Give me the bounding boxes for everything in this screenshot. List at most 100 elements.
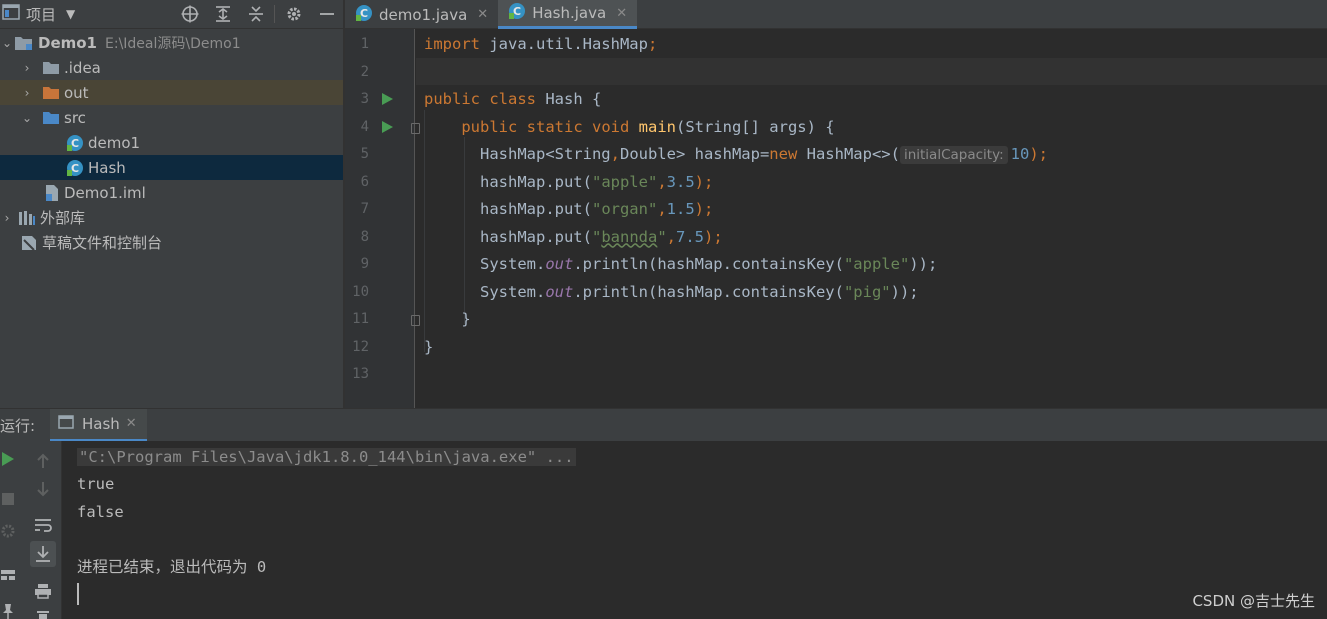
code-line[interactable]: System.out.println(hashMap.containsKey("… [424, 251, 937, 278]
code-token: .println(hashMap.containsKey( [573, 282, 844, 301]
line-number: 13 [352, 366, 369, 382]
close-icon[interactable]: ✕ [126, 416, 137, 431]
run-header: 运行: Hash ✕ [0, 408, 1327, 442]
scroll-to-end-icon[interactable] [30, 541, 56, 567]
line-number: 8 [360, 228, 369, 245]
tab-label: Hash.java [532, 4, 607, 22]
iml-file-icon [44, 184, 60, 202]
run-gutter-icon[interactable] [382, 120, 393, 133]
tab-demo1-java[interactable]: C demo1.java ✕ [345, 0, 498, 29]
code-line[interactable]: public class Hash { [424, 86, 601, 113]
minimize-icon[interactable] [310, 0, 343, 29]
run-tab-hash[interactable]: Hash ✕ [50, 408, 147, 442]
code-token: } [424, 310, 471, 328]
tree-item-idea[interactable]: › .idea [0, 55, 343, 80]
code-token: class [489, 90, 546, 108]
tree-item-external-libraries[interactable]: › 外部库 [0, 205, 343, 230]
console-output[interactable]: "C:\Program Files\Java\jdk1.8.0_144\bin\… [62, 441, 1327, 619]
pin-icon[interactable] [0, 599, 20, 619]
chevron-down-icon[interactable]: ⌄ [0, 36, 14, 50]
gear-icon[interactable] [277, 0, 310, 29]
trash-icon[interactable] [31, 605, 55, 619]
console-command: "C:\Program Files\Java\jdk1.8.0_144\bin\… [77, 448, 576, 466]
chevron-right-icon[interactable]: › [0, 211, 14, 225]
code-line[interactable]: hashMap.put("organ",1.5); [424, 196, 713, 223]
expand-all-icon[interactable] [206, 0, 239, 29]
code-token: .println(hashMap.containsKey( [573, 255, 844, 273]
code-token: ); [694, 172, 714, 191]
tree-item-demo1-iml[interactable]: Demo1.iml [0, 180, 343, 205]
editor-gutter: 1 2 3 4 5 6 7 8 9 10 11 12 13 [345, 29, 415, 408]
code-token: java.util.HashMap [489, 35, 648, 53]
chevron-right-icon[interactable]: › [20, 86, 34, 100]
orange-folder-icon [42, 86, 60, 100]
tree-item-scratches[interactable]: 草稿文件和控制台 [0, 230, 343, 255]
fold-icon[interactable] [411, 315, 420, 326]
tab-label: demo1.java [379, 5, 468, 24]
code-line[interactable]: public static void main(String[] args) { [424, 114, 835, 141]
line-number: 5 [360, 146, 369, 162]
project-view-selector[interactable]: 项目 ▼ [0, 4, 75, 25]
chevron-right-icon[interactable]: › [20, 61, 34, 75]
code-token: , [657, 200, 667, 218]
line-number: 12 [352, 338, 369, 355]
stop-icon[interactable] [0, 487, 20, 511]
project-panel-title: 项目 [26, 5, 57, 24]
toolbar-separator [274, 5, 275, 23]
code-editor[interactable]: 1 2 3 4 5 6 7 8 9 10 11 12 13 import java.util.HashM… [345, 29, 1327, 408]
run-tab-label: Hash [82, 414, 120, 433]
tree-item-label: Demo1.iml [64, 183, 146, 202]
locate-icon[interactable] [173, 0, 206, 29]
java-class-icon: C [66, 159, 84, 177]
scratches-icon [20, 234, 38, 252]
close-icon[interactable]: ✕ [477, 7, 488, 22]
line-number: 2 [360, 63, 369, 80]
code-token: "apple" [591, 172, 658, 191]
console-line: false [77, 503, 124, 521]
console-icon [58, 414, 74, 433]
code-token: 10 [1010, 145, 1030, 163]
tab-hash-java[interactable]: C Hash.java ✕ [498, 0, 638, 29]
tree-item-demo1-module[interactable]: ⌄ Demo1 E:\Ideal源码\Demo1 [0, 30, 343, 55]
code-line[interactable]: } [424, 306, 471, 333]
restore-layout-icon[interactable] [0, 519, 20, 543]
fold-icon[interactable] [411, 122, 420, 134]
code-token: import [424, 35, 490, 53]
line-number: 4 [360, 118, 369, 135]
code-line[interactable]: } [424, 334, 433, 361]
code-token: , [666, 227, 677, 246]
tree-item-src[interactable]: ⌄ src [0, 105, 343, 130]
print-icon[interactable] [31, 579, 55, 603]
tree-item-out[interactable]: › out [0, 80, 343, 105]
soft-wrap-icon[interactable] [31, 513, 55, 537]
code-line[interactable]: System.out.println(hashMap.containsKey("… [424, 279, 919, 306]
chevron-down-icon[interactable]: ⌄ [20, 111, 34, 125]
tree-item-hash-class[interactable]: C Hash [0, 155, 343, 180]
code-token: "pig" [843, 282, 891, 301]
code-token: "apple" [843, 255, 910, 273]
run-gutter-icon[interactable] [382, 93, 393, 105]
line-number: 11 [352, 311, 369, 327]
rerun-icon[interactable] [0, 447, 20, 471]
code-line[interactable]: import java.util.HashMap; [424, 31, 657, 58]
code-token: void [591, 117, 639, 136]
collapse-all-icon[interactable] [239, 0, 272, 29]
tree-item-demo1-class[interactable]: C demo1 [0, 130, 343, 155]
close-icon[interactable]: ✕ [616, 6, 627, 21]
arrow-down-icon[interactable] [31, 477, 55, 501]
code-token: , [610, 145, 620, 163]
layout-icon[interactable] [0, 563, 20, 587]
line-number: 10 [352, 283, 369, 300]
code-line[interactable]: hashMap.put("apple",3.5); [424, 169, 713, 196]
arrow-up-icon[interactable] [31, 449, 55, 473]
code-line[interactable]: hashMap.put("bannda",7.5); [424, 224, 723, 251]
java-class-icon: C [508, 2, 526, 24]
code-token: (String[] args) { [675, 117, 835, 136]
code-token: HashMap<String [424, 145, 611, 163]
tree-item-label: Demo1 [38, 33, 97, 52]
svg-text:C: C [71, 137, 79, 150]
code-token: HashMap<>( [806, 145, 900, 163]
tree-item-label: demo1 [88, 133, 141, 152]
code-line[interactable]: HashMap<String,Double> hashMap=new HashM… [424, 141, 1048, 168]
tree-item-label: 草稿文件和控制台 [42, 234, 163, 252]
